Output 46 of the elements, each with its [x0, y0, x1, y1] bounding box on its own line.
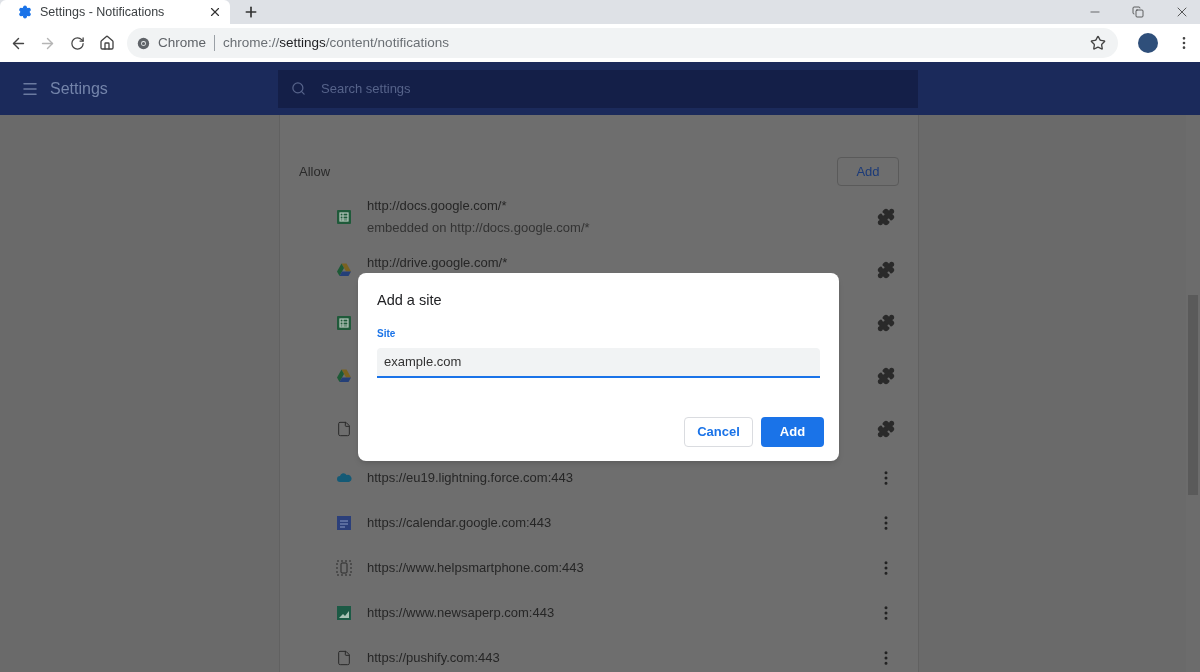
dialog-title: Add a site [377, 291, 443, 310]
site-url: https://eu19.lightning.force.com:443 [367, 468, 574, 487]
url-text: chrome://settings/content/notifications [223, 33, 450, 52]
search-placeholder: Search settings [321, 79, 411, 98]
gear-icon [18, 5, 32, 19]
section-title: Allow [299, 162, 331, 181]
close-tab-icon[interactable] [208, 5, 222, 19]
restore-icon[interactable] [1132, 6, 1144, 18]
phone-icon [336, 559, 352, 576]
home-icon[interactable] [99, 35, 115, 51]
cancel-button[interactable]: Cancel [684, 417, 753, 447]
spreadsheet-icon [336, 208, 352, 225]
site-subtitle: embedded on http://docs.google.com/* [367, 219, 591, 237]
file-icon [336, 420, 352, 437]
header-title: Settings [50, 78, 109, 99]
chrome-logo-icon [137, 36, 150, 50]
field-label: Site [377, 326, 397, 341]
bookmark-star-icon[interactable] [1090, 35, 1106, 51]
site-url: https://www.newsaperp.com:443 [367, 603, 556, 622]
new-tab-icon[interactable] [243, 4, 259, 20]
puzzle-icon[interactable] [877, 419, 895, 438]
puzzle-icon[interactable] [877, 313, 895, 332]
confirm-button[interactable]: Add [761, 417, 824, 447]
puzzle-icon[interactable] [877, 260, 895, 279]
avatar[interactable] [1138, 33, 1158, 53]
site-url: http://docs.google.com/* [367, 196, 508, 215]
search-field[interactable]: Search settings [278, 69, 918, 108]
search-icon [291, 81, 306, 96]
file-icon [336, 649, 352, 666]
site-url: https://calendar.google.com:443 [367, 513, 553, 532]
address-bar[interactable]: Chrome chrome://settings/content/notifications [127, 28, 1118, 58]
triangle-icon [336, 261, 352, 278]
triangle-icon [336, 367, 352, 384]
calendar-icon [336, 514, 352, 531]
browser-label: Chrome [158, 33, 206, 52]
site-url: https://pushify.com:443 [367, 648, 501, 667]
site-url: https://www.helpsmartphone.com:443 [367, 558, 585, 577]
puzzle-icon[interactable] [877, 207, 895, 226]
reload-icon[interactable] [70, 35, 85, 51]
tab-title: Settings - Notifications [40, 3, 166, 21]
browser-tab[interactable]: Settings - Notifications [0, 0, 230, 24]
chart-icon [336, 604, 352, 621]
puzzle-icon[interactable] [877, 366, 895, 385]
spreadsheet-icon [336, 314, 352, 331]
site-input-field[interactable]: example.com [377, 347, 820, 378]
site-url: http://drive.google.com/* [367, 253, 509, 272]
